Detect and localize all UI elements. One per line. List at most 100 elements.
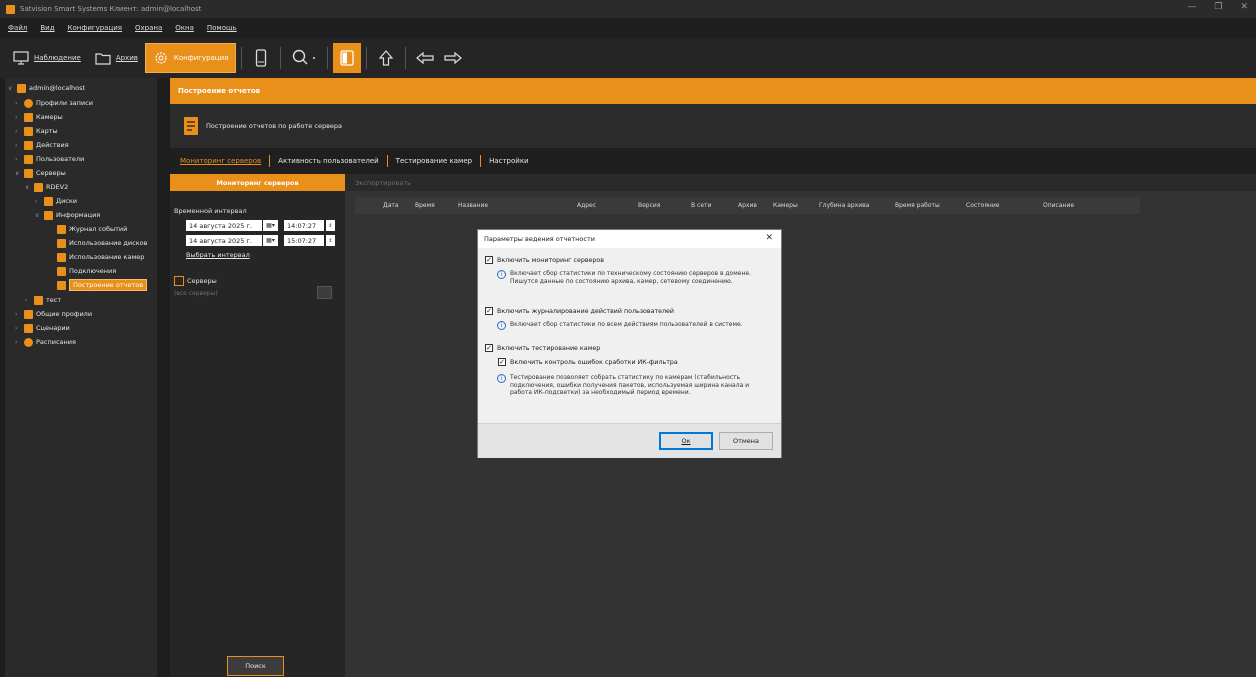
gear-icon (155, 52, 167, 64)
tree-label: Построение отчетов (69, 279, 148, 291)
forward-button[interactable] (439, 43, 467, 73)
start-time-field[interactable]: 14:07:27 (284, 220, 324, 231)
column-header[interactable]: В сети (691, 202, 711, 209)
tree-item-recording-profiles[interactable]: › Профили записи (15, 96, 93, 110)
end-time-field[interactable]: 15:07:27 (284, 235, 324, 246)
checkbox-checked-icon[interactable]: ✓ (485, 307, 493, 315)
tree-item-maps[interactable]: › Карты (15, 124, 58, 138)
menu-security[interactable]: Охрана (135, 24, 162, 32)
column-header[interactable]: Архив (738, 202, 757, 209)
column-header[interactable]: Глубина архива (819, 202, 869, 209)
menu-bar: Файл Вид Конфигурация Охрана Окна Помощь (0, 18, 1256, 38)
tree-item-disks[interactable]: › Диски (35, 194, 77, 208)
start-date-field[interactable]: 14 августа 2025 г. (186, 220, 262, 231)
server-icon (34, 295, 43, 305)
servers-value: (все серверы) (174, 290, 218, 297)
tree-item-actions[interactable]: › Действия (15, 138, 69, 152)
panel-toggle-button[interactable] (333, 43, 362, 73)
server-monitoring-option[interactable]: ✓ Включить мониторинг серверов (485, 256, 604, 264)
report-icon (57, 280, 66, 290)
ir-filter-option[interactable]: ✓ Включить контроль ошибок сработки ИК-фи… (498, 358, 678, 366)
column-header[interactable]: Версия (638, 202, 660, 209)
menu-help[interactable]: Помощь (207, 24, 237, 32)
disk-icon (57, 238, 66, 248)
cancel-button[interactable]: Отмена (719, 432, 773, 450)
tree-item-users[interactable]: › Пользователи (15, 152, 84, 166)
tree-label: Действия (36, 141, 69, 149)
close-icon[interactable]: ✕ (765, 233, 773, 243)
folder-icon (95, 52, 111, 65)
choose-interval-link[interactable]: Выбрать интервал (186, 251, 250, 259)
column-header[interactable]: Время работы (895, 202, 940, 209)
tab-user-activity[interactable]: Активность пользователей (276, 157, 381, 165)
search-button[interactable]: Поиск (227, 656, 284, 676)
panel-icon (340, 50, 354, 66)
checkbox-checked-icon[interactable]: ✓ (485, 344, 493, 352)
tree-item-information[interactable]: ∨ Информация (35, 208, 100, 222)
tree-item-camera-usage[interactable]: Использование камер (57, 250, 144, 264)
calendar-icon[interactable]: ▦▾ (263, 235, 278, 246)
tree-item-cameras[interactable]: › Камеры (15, 110, 63, 124)
monitoring-button[interactable]: Наблюдение (6, 43, 88, 73)
column-header[interactable]: Время (415, 202, 435, 209)
export-button[interactable]: Экспортировать (355, 179, 411, 187)
calendar-icon[interactable]: ▦▾ (263, 220, 278, 231)
close-icon[interactable]: ✕ (1240, 2, 1248, 12)
servers-checkbox[interactable] (174, 276, 184, 286)
minimize-icon[interactable]: — (1187, 2, 1196, 12)
user-logging-option[interactable]: ✓ Включить журналирование действий пользо… (485, 307, 674, 315)
end-date-field[interactable]: 14 августа 2025 г. (186, 235, 262, 246)
user-logging-info: i Включает сбор статистики по всем действ… (497, 321, 767, 330)
server-monitoring-button[interactable]: Мониторинг серверов (170, 174, 345, 191)
tab-camera-testing[interactable]: Тестирование камер (394, 157, 474, 165)
tree-item-event-log[interactable]: Журнал событий (57, 222, 127, 236)
config-tree: ∨ admin@localhost › Профили записи › Камеры… (5, 78, 157, 677)
tree-item-disk-usage[interactable]: Использование дисков (57, 236, 147, 250)
profile-icon (24, 309, 33, 319)
record-icon (24, 98, 33, 108)
back-button[interactable] (411, 43, 439, 73)
time-spinner-icon[interactable]: ⇕ (326, 220, 335, 231)
server-picker-button[interactable] (317, 286, 332, 299)
search-button[interactable] (286, 43, 322, 73)
menu-view[interactable]: Вид (40, 24, 54, 32)
checkbox-checked-icon[interactable]: ✓ (485, 256, 493, 264)
ok-button[interactable]: Ок (659, 432, 713, 450)
tab-server-monitoring[interactable]: Мониторинг серверов (178, 157, 263, 165)
configuration-button[interactable]: Конфигурация (144, 43, 237, 73)
archive-button[interactable]: Архив (88, 43, 145, 73)
tree-item-shared-profiles[interactable]: › Общие профили (15, 307, 92, 321)
checkbox-checked-icon[interactable]: ✓ (498, 358, 506, 366)
column-header[interactable]: Состояние (966, 202, 999, 209)
tree-item-rdev2[interactable]: ∨ RDEV2 (25, 180, 68, 194)
tree-label: Пользователи (36, 155, 85, 163)
tab-settings[interactable]: Настройки (487, 157, 531, 165)
tree-item-servers[interactable]: ∨ Серверы (15, 166, 66, 180)
tree-item-schedules[interactable]: › Расписания (15, 335, 76, 349)
tree-root[interactable]: ∨ admin@localhost (8, 81, 85, 95)
menu-file[interactable]: Файл (8, 24, 27, 32)
disk-icon (44, 196, 53, 206)
option-label: Включить журналирование действий пользов… (497, 307, 674, 315)
column-header[interactable]: Камеры (773, 202, 798, 209)
menu-windows[interactable]: Окна (175, 24, 194, 32)
title-bar: Satvision Smart Systems Клиент: admin@lo… (0, 0, 1256, 18)
phone-button[interactable] (247, 43, 275, 73)
tree-item-scenarios[interactable]: › Сценарии (15, 321, 70, 335)
column-header[interactable]: Название (458, 202, 488, 209)
tree-item-report-building[interactable]: Построение отчетов (57, 278, 148, 292)
map-icon (24, 126, 33, 136)
time-spinner-icon[interactable]: ⇕ (326, 235, 335, 246)
column-header[interactable]: Описание (1043, 202, 1074, 209)
tree-item-test[interactable]: › тест (25, 293, 61, 307)
column-header[interactable]: Дата (383, 202, 399, 209)
maximize-icon[interactable]: ❐ (1214, 2, 1222, 12)
menu-configuration[interactable]: Конфигурация (68, 24, 122, 32)
report-icon (184, 117, 198, 135)
up-button[interactable] (372, 43, 400, 73)
servers-label: Серверы (187, 277, 217, 285)
camera-testing-option[interactable]: ✓ Включить тестирование камер (485, 344, 600, 352)
tree-label: Подключения (69, 267, 117, 275)
tree-item-connections[interactable]: Подключения (57, 264, 116, 278)
column-header[interactable]: Адрес (577, 202, 596, 209)
